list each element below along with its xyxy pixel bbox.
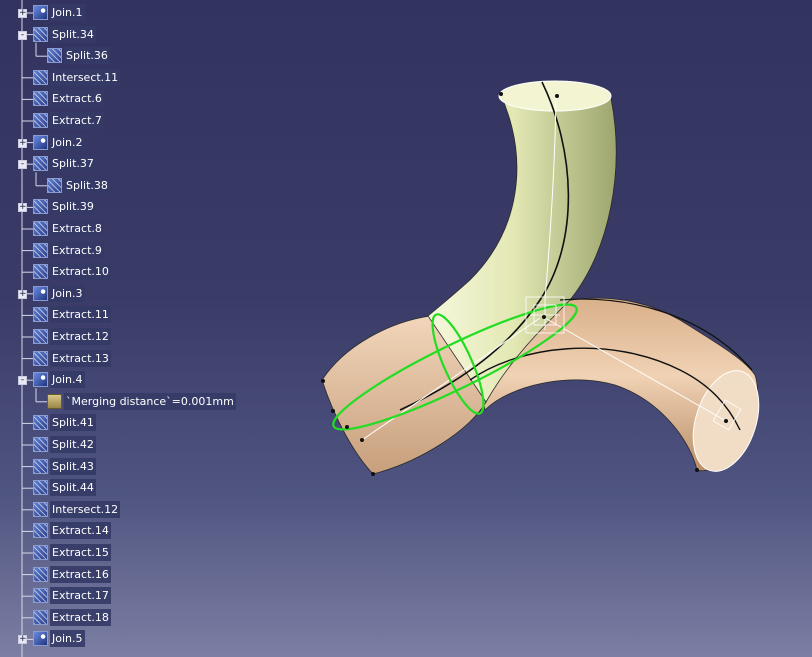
join-icon[interactable] (33, 5, 48, 20)
split-icon[interactable] (33, 199, 48, 215)
tree-item-label[interactable]: `Merging distance`=0.001mm (64, 392, 236, 410)
extract-icon[interactable] (33, 588, 48, 604)
extract-icon[interactable] (33, 609, 48, 625)
extract-icon[interactable] (33, 566, 48, 582)
extract-icon[interactable] (33, 242, 48, 258)
intersect-icon[interactable] (33, 69, 48, 85)
tree-item[interactable]: Extract.12 (0, 327, 260, 348)
join-icon[interactable] (33, 372, 48, 388)
expand-node-button[interactable]: + (18, 289, 27, 299)
tree-item[interactable]: Intersect.11 (0, 68, 260, 89)
join-icon[interactable] (33, 285, 48, 301)
tree-item[interactable]: Split.38 (0, 176, 260, 197)
extract-icon[interactable] (33, 523, 48, 539)
tree-item[interactable]: Extract.16 (0, 565, 260, 586)
expand-node-button[interactable]: + (18, 138, 27, 148)
collapse-node-button[interactable]: - (18, 30, 27, 40)
split-icon[interactable] (33, 26, 48, 42)
tree-item[interactable]: Extract.18 (0, 608, 260, 629)
tree-item[interactable]: Split.42 (0, 435, 260, 456)
tree-item[interactable]: Intersect.12 (0, 500, 260, 521)
extract-icon[interactable] (33, 113, 48, 128)
extract-icon[interactable] (33, 350, 48, 366)
tree-item[interactable]: Extract.14 (0, 521, 260, 542)
tree-item-label[interactable]: Extract.16 (50, 565, 111, 583)
split-icon[interactable] (33, 415, 48, 431)
tree-item-label[interactable]: Extract.6 (50, 90, 104, 108)
tree-item-label[interactable]: Intersect.12 (50, 500, 121, 518)
tree-item-label[interactable]: Split.43 (50, 457, 96, 475)
join-icon[interactable] (33, 134, 48, 150)
split-icon[interactable] (47, 48, 62, 64)
tree-item[interactable]: Extract.7 (0, 111, 260, 132)
tree-item-label[interactable]: Split.39 (50, 198, 96, 216)
tree-item[interactable]: `Merging distance`=0.001mm (0, 392, 260, 413)
collapse-node-button[interactable]: - (18, 376, 27, 386)
tree-item[interactable]: Split.44 (0, 478, 260, 499)
tree-item[interactable]: Split.43 (0, 457, 260, 478)
parameter-icon[interactable] (47, 393, 62, 409)
intersect-icon[interactable] (33, 501, 48, 517)
tree-item-label[interactable]: Extract.7 (50, 112, 104, 129)
tree-item-label[interactable]: Extract.17 (50, 587, 111, 605)
tree-item-label[interactable]: Extract.12 (50, 328, 111, 345)
split-icon[interactable] (33, 156, 48, 172)
tree-item[interactable]: + Split.39 (0, 197, 260, 218)
tree-item[interactable]: - Join.4 (0, 370, 260, 391)
split-icon[interactable] (33, 480, 48, 496)
tree-item-label[interactable]: Extract.14 (50, 522, 111, 540)
tree-item[interactable]: Extract.8 (0, 219, 260, 240)
extract-icon[interactable] (33, 264, 48, 280)
tree-item-label[interactable]: Split.38 (64, 176, 110, 194)
tree-item-label[interactable]: Join.5 (50, 630, 85, 648)
tree-item-label[interactable]: Split.36 (64, 47, 110, 65)
tree-item-label[interactable]: Extract.9 (50, 241, 104, 259)
tree-item-label[interactable]: Split.37 (50, 155, 96, 173)
extract-icon[interactable] (33, 329, 48, 344)
tree-item-label[interactable]: Split.41 (50, 414, 96, 432)
tree-item-label[interactable]: Split.44 (50, 479, 96, 497)
tree-item-label[interactable]: Extract.18 (50, 608, 111, 626)
tree-item-label[interactable]: Extract.15 (50, 544, 111, 561)
tree-item-label[interactable]: Split.34 (50, 25, 96, 43)
join-icon[interactable] (33, 631, 48, 647)
tree-item-label[interactable]: Join.1 (50, 4, 85, 21)
tree-item[interactable]: + Join.1 (0, 3, 260, 24)
tree-item[interactable]: + Join.2 (0, 133, 260, 154)
tree-item-label[interactable]: Extract.13 (50, 349, 111, 367)
extract-icon[interactable] (33, 307, 48, 323)
expand-node-button[interactable]: + (18, 203, 27, 213)
tree-item-label[interactable]: Extract.10 (50, 263, 111, 281)
tree-item[interactable]: - Split.37 (0, 154, 260, 175)
tree-item[interactable]: Extract.13 (0, 349, 260, 370)
tree-item[interactable]: + Join.5 (0, 629, 260, 650)
tree-item[interactable]: Extract.15 (0, 543, 260, 564)
extract-icon[interactable] (33, 91, 48, 107)
split-icon[interactable] (47, 177, 62, 193)
tree-item[interactable]: Extract.6 (0, 89, 260, 110)
split-icon[interactable] (33, 437, 48, 452)
tree-item-label[interactable]: Split.42 (50, 436, 96, 453)
expand-node-button[interactable]: + (18, 9, 27, 18)
tree-item[interactable]: Split.41 (0, 413, 260, 434)
extract-icon[interactable] (33, 221, 48, 236)
tree-item[interactable]: Extract.17 (0, 586, 260, 607)
tree-item[interactable]: Extract.9 (0, 241, 260, 262)
specification-tree[interactable]: + Join.1 - Split.34 Split.36 Intersect.11 Extr… (0, 0, 260, 657)
tree-item-label[interactable]: Extract.11 (50, 306, 111, 324)
tree-item-label[interactable]: Extract.8 (50, 220, 104, 237)
tree-item[interactable]: - Split.34 (0, 25, 260, 46)
tree-item[interactable]: Extract.10 (0, 262, 260, 283)
tree-item[interactable]: + Join.3 (0, 284, 260, 305)
split-icon[interactable] (33, 458, 48, 474)
extract-icon[interactable] (33, 545, 48, 560)
tree-item-label[interactable]: Join.4 (50, 371, 85, 389)
tree-item[interactable]: Extract.11 (0, 305, 260, 326)
tree-item-label[interactable]: Join.2 (50, 133, 85, 151)
expand-node-button[interactable]: + (18, 635, 27, 645)
tree-item[interactable]: Split.36 (0, 46, 260, 67)
collapse-node-button[interactable]: - (18, 160, 27, 170)
tree-item-label[interactable]: Intersect.11 (50, 68, 121, 86)
tree-item-label[interactable]: Join.3 (50, 284, 85, 302)
